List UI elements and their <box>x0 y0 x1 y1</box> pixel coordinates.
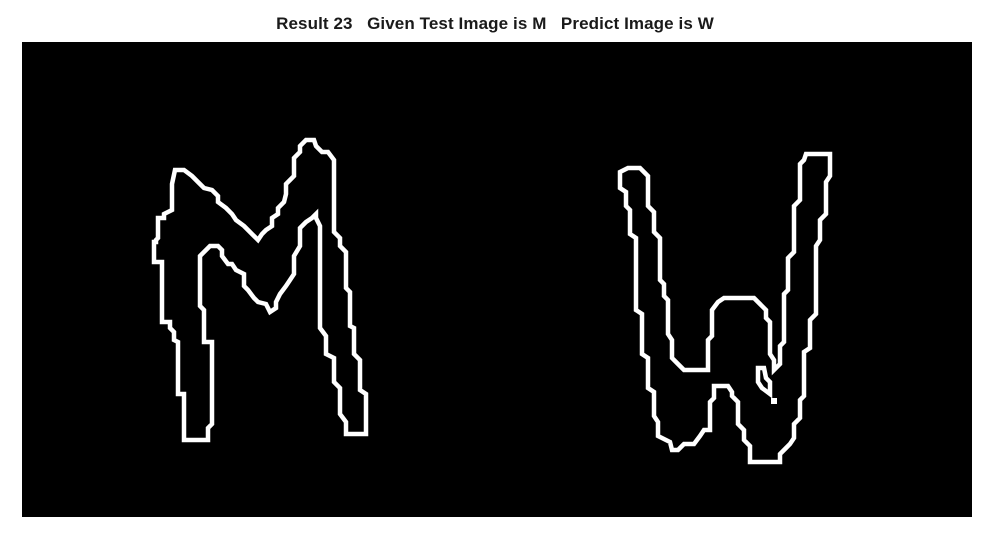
m-outer-contour <box>151 137 369 443</box>
w-noise-dot <box>771 398 777 404</box>
test-glyph-m <box>151 137 369 443</box>
image-panel <box>22 42 972 517</box>
figure-title: Result 23 Given Test Image is M Predict … <box>276 14 714 33</box>
w-outer-contour <box>617 151 833 465</box>
predicted-glyph-w <box>617 151 833 465</box>
w-inner-contour <box>755 365 773 399</box>
binary-image <box>151 137 833 465</box>
